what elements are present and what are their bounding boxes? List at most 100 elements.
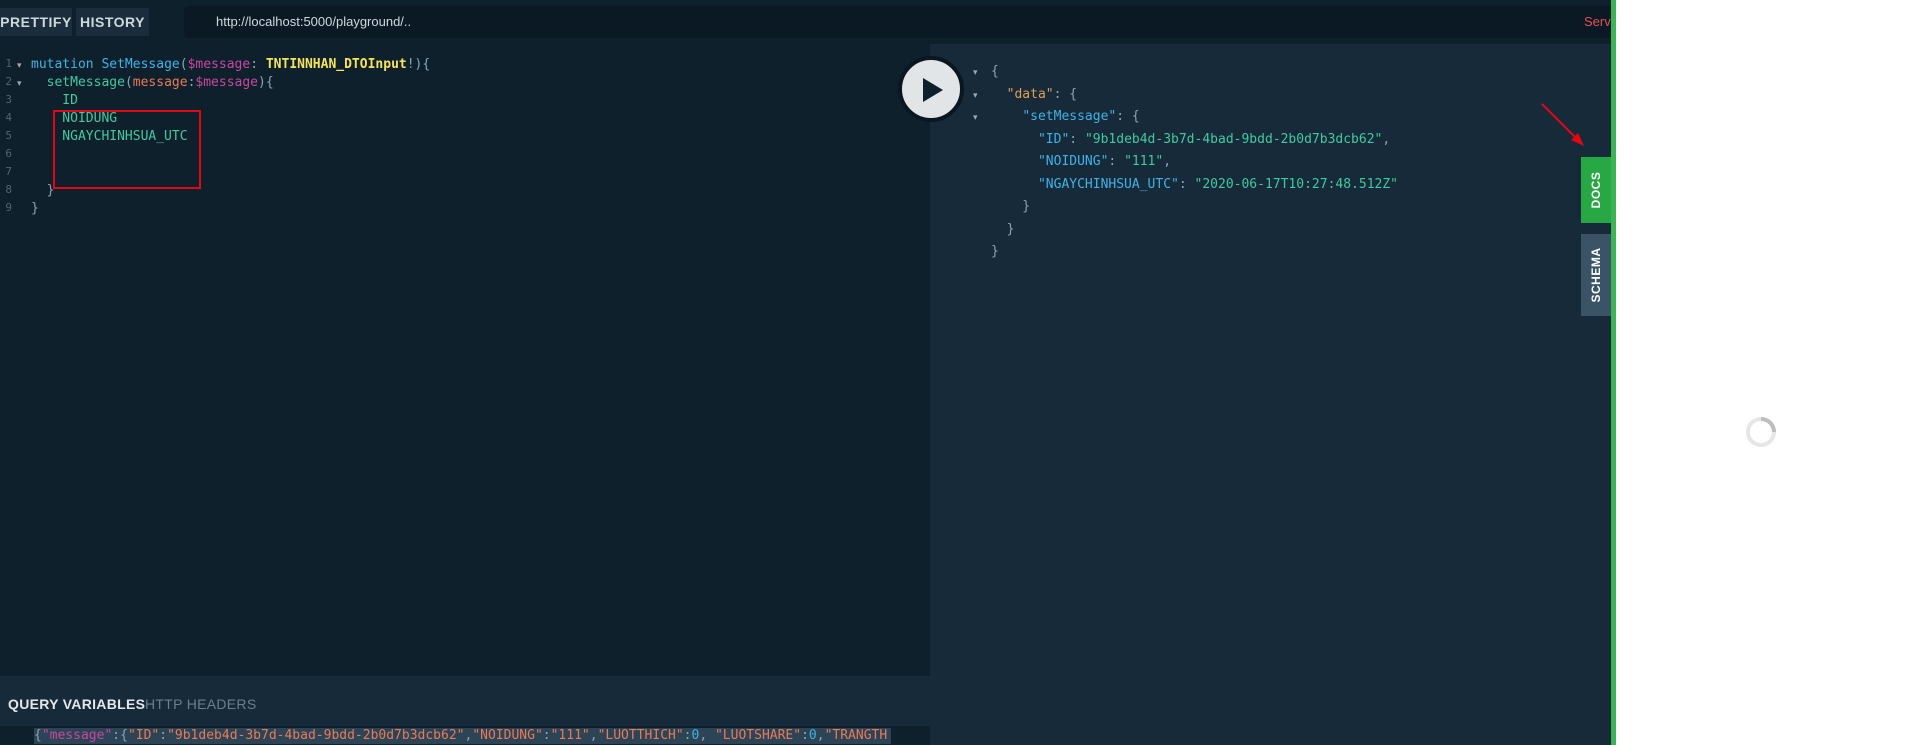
spinner-icon (1746, 417, 1776, 447)
code-token: ){ (258, 75, 274, 90)
code-token: "LUOTSHARE" (714, 728, 802, 743)
graphql-playground: PRETTIFY HISTORY http://localhost:5000/p… (0, 0, 1616, 745)
endpoint-url-input[interactable]: http://localhost:5000/playground/.. (184, 6, 1616, 38)
code-token: mutation (31, 57, 102, 72)
docs-tab[interactable]: DOCS (1581, 157, 1611, 223)
code-token: "NGAYCHINHSUA_UTC" (1037, 176, 1179, 192)
docs-panel-edge (1611, 0, 1616, 745)
code-token: : (1178, 176, 1195, 192)
code-token: } (31, 183, 55, 198)
prettify-button[interactable]: PRETTIFY (0, 8, 72, 36)
code-token: } (31, 201, 39, 216)
code-token: , (589, 728, 598, 743)
code-token: , (1382, 131, 1391, 147)
code-token: "setMessage" (1022, 109, 1117, 124)
fold-arrow-icon[interactable]: ▾ (973, 108, 978, 126)
line-number: 2 (5, 75, 12, 88)
code-token: "111" (1124, 154, 1164, 169)
code-token: $message (195, 75, 259, 90)
code-token: "LUOTTHICH" (597, 728, 684, 743)
line-number: 7 (5, 165, 12, 178)
variables-tab-bar: QUERY VARIABLES HTTP HEADERS (0, 676, 930, 726)
code-token: setMessage (46, 75, 125, 90)
result-line: "NGAYCHINHSUA_UTC": "2020-06-17T10:27:48… (991, 174, 1398, 196)
code-token: , (816, 728, 825, 743)
result-line: "NOIDUNG": "111", (991, 151, 1171, 173)
code-token: "111" (550, 728, 590, 743)
result-line: { (991, 61, 999, 83)
code-token: SetMessage (101, 57, 180, 72)
line-number: 4 (5, 111, 12, 124)
code-token: $message (187, 57, 251, 72)
code-token: : (1108, 154, 1125, 169)
code-token: "9b1deb4d-3b7d-4bad-9bdd-2b0d7b3dcb62" (1084, 131, 1383, 147)
line-number: 8 (5, 183, 12, 196)
schema-tab[interactable]: SCHEMA (1581, 234, 1611, 316)
code-token: "TRANGTH (824, 728, 888, 743)
code-token: { (34, 728, 42, 743)
result-line: "ID": "9b1deb4d-3b7d-4bad-9bdd-2b0d7b3dc… (991, 129, 1390, 151)
code-token: "9b1deb4d-3b7d-4bad-9bdd-2b0d7b3dcb62" (167, 728, 465, 743)
code-token: ( (124, 75, 133, 90)
code-token: : (1069, 131, 1085, 147)
code-token: message (132, 75, 188, 90)
code-token: TNTINNHAN_DTOInput (265, 57, 407, 72)
variables-editor[interactable]: {"message":{"ID":"9b1deb4d-3b7d-4bad-9bd… (0, 726, 930, 745)
server-status: Serv (1584, 14, 1611, 29)
line-number: 1 (5, 57, 12, 70)
code-line[interactable]: } (31, 198, 39, 220)
fold-arrow-icon[interactable]: ▾ (17, 56, 22, 74)
code-token: "data" (1006, 86, 1054, 102)
code-token: 0 (808, 728, 817, 743)
tab-query-variables[interactable]: QUERY VARIABLES (8, 696, 145, 712)
code-token: ( (179, 57, 188, 72)
code-token: "ID" (127, 728, 160, 743)
code-token: { (991, 64, 999, 79)
code-token: } (991, 244, 999, 259)
variables-text: {"message":{"ID":"9b1deb4d-3b7d-4bad-9bd… (34, 728, 892, 744)
result-line: "data": { (991, 84, 1077, 106)
fold-arrow-icon[interactable]: ▾ (973, 63, 978, 81)
execute-query-button[interactable] (898, 56, 964, 122)
code-token: "2020-06-17T10:27:48.512Z" (1194, 176, 1399, 192)
top-bar: PRETTIFY HISTORY http://localhost:5000/p… (0, 0, 1616, 44)
code-token: "NOIDUNG" (472, 728, 543, 743)
code-token: ID (31, 93, 78, 108)
code-token: : (159, 728, 168, 743)
result-line: "setMessage": { (991, 106, 1140, 128)
code-token: :{ (112, 728, 128, 743)
line-number: 3 (5, 93, 12, 106)
code-token: : { (1053, 86, 1078, 102)
code-token: : (542, 728, 551, 743)
history-button[interactable]: HISTORY (76, 8, 149, 36)
code-token: "NOIDUNG" (1037, 154, 1109, 169)
code-token: : { (1116, 109, 1140, 124)
code-token: : (250, 57, 266, 72)
result-line: } (991, 241, 999, 263)
code-token: : (801, 728, 809, 743)
code-token: "ID" (1037, 131, 1070, 147)
code-token: !){ (406, 57, 431, 72)
result-line: } (991, 196, 1030, 218)
schema-tab-label: SCHEMA (1589, 247, 1603, 303)
code-token: : (683, 728, 692, 743)
code-token: , (699, 728, 715, 743)
code-token: } (991, 199, 1031, 214)
code-token: , (1163, 154, 1172, 169)
tab-http-headers[interactable]: HTTP HEADERS (145, 696, 256, 712)
annotation-box (53, 110, 201, 189)
play-icon (923, 78, 943, 102)
line-number: 6 (5, 147, 12, 160)
code-token: } (991, 221, 1015, 237)
red-arrow-icon (1541, 103, 1584, 146)
fold-arrow-icon[interactable]: ▾ (17, 74, 22, 92)
code-token: "message" (41, 728, 113, 743)
docs-tab-label: DOCS (1589, 171, 1603, 209)
fold-arrow-icon[interactable]: ▾ (973, 86, 978, 104)
